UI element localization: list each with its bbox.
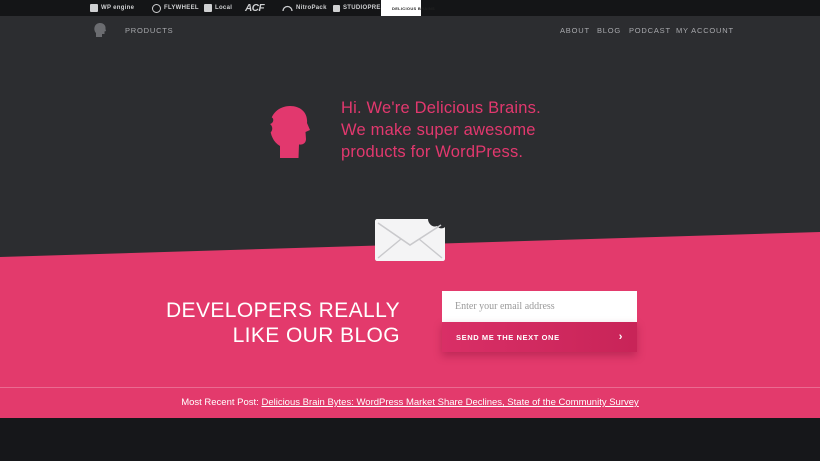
nitropack-icon [282, 5, 293, 11]
send-next-one-button[interactable]: SEND ME THE NEXT ONE › [442, 322, 637, 352]
brand-label: FLYWHEEL [164, 5, 199, 11]
brand-label: WP engine [101, 5, 135, 11]
local-icon [204, 4, 212, 12]
brand-flywheel[interactable]: FLYWHEEL [152, 0, 199, 16]
studiopress-icon [333, 4, 340, 12]
brand-label: NitroPack [296, 5, 327, 11]
brand-wp-engine[interactable]: WP engine [90, 0, 134, 16]
nav-blog[interactable]: BLOG [597, 26, 621, 35]
recent-post-prefix: Most Recent Post: [181, 397, 259, 408]
recent-post-bar: Most Recent Post: Delicious Brain Bytes:… [0, 397, 820, 408]
brand-label: Local [215, 5, 233, 11]
brand-acf[interactable]: ACF [245, 0, 265, 16]
brand-label: ACF [245, 2, 265, 14]
footer-area [0, 418, 820, 461]
nav-podcast[interactable]: PODCAST [629, 26, 671, 35]
brand-bar: WP engine FLYWHEEL Local ACF NitroPack S… [0, 0, 820, 16]
hero-tagline-line-3: products for WordPress. [341, 143, 524, 161]
band-divider [0, 387, 820, 388]
newsletter-heading-line-1: DEVELOPERS REALLY [165, 299, 400, 322]
nav-my-account[interactable]: MY ACCOUNT [676, 26, 734, 35]
nav-about[interactable]: ABOUT [560, 26, 590, 35]
email-input[interactable] [442, 291, 637, 322]
brand-local[interactable]: Local [204, 0, 232, 16]
nav-products[interactable]: PRODUCTS [125, 26, 174, 35]
hero-tagline-line-2: We make super awesome [341, 121, 536, 139]
chevron-right-icon: › [618, 331, 623, 343]
wp-engine-icon [90, 4, 98, 12]
hero-tagline-line-1: Hi. We're Delicious Brains. [341, 99, 541, 117]
brain-head-icon [270, 106, 310, 158]
newsletter-heading-line-2: LIKE OUR BLOG [232, 324, 400, 347]
site-logo-icon[interactable] [94, 23, 106, 37]
brand-label: DELICIOUS BRAINS [392, 5, 436, 11]
recent-post-link[interactable]: Delicious Brain Bytes: WordPress Market … [261, 397, 638, 408]
envelope-icon [375, 219, 445, 261]
brand-nitropack[interactable]: NitroPack [282, 0, 327, 16]
flywheel-icon [152, 3, 161, 13]
brand-delicious-brains[interactable]: DELICIOUS BRAINS [381, 0, 435, 16]
send-button-label: SEND ME THE NEXT ONE [456, 332, 560, 342]
